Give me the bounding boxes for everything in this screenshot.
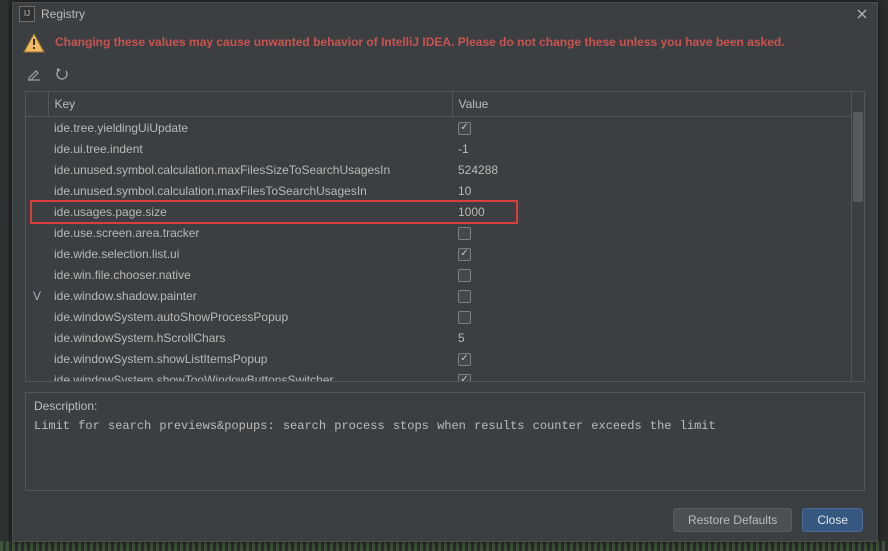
warning-row: Changing these values may cause unwanted… bbox=[13, 25, 877, 63]
warning-text: Changing these values may cause unwanted… bbox=[55, 35, 785, 51]
table-row[interactable]: ide.tree.yieldingUiUpdate bbox=[26, 117, 851, 139]
row-value[interactable] bbox=[452, 348, 851, 369]
table-header-row: Key Value bbox=[26, 92, 851, 117]
value-checkbox[interactable] bbox=[458, 227, 471, 240]
edit-icon[interactable] bbox=[25, 65, 43, 83]
table-row[interactable]: ide.windowSystem.showListItemsPopup bbox=[26, 348, 851, 369]
table-row[interactable]: ide.windowSystem.hScrollChars5 bbox=[26, 327, 851, 348]
row-mark bbox=[26, 222, 48, 243]
row-value[interactable] bbox=[452, 306, 851, 327]
description-text: Limit for search previews&popups: search… bbox=[34, 419, 856, 433]
row-mark bbox=[26, 306, 48, 327]
row-mark bbox=[26, 348, 48, 369]
col-mark-header[interactable] bbox=[26, 92, 48, 117]
row-key: ide.windowSystem.autoShowProcessPopup bbox=[48, 306, 452, 327]
col-key-header[interactable]: Key bbox=[48, 92, 452, 117]
table-row[interactable]: ide.ui.tree.indent-1 bbox=[26, 138, 851, 159]
row-value[interactable]: -1 bbox=[452, 138, 851, 159]
row-mark bbox=[26, 243, 48, 264]
table-scrollbar[interactable] bbox=[851, 92, 864, 381]
row-key: ide.ui.tree.indent bbox=[48, 138, 452, 159]
row-value[interactable]: 5 bbox=[452, 327, 851, 348]
row-mark bbox=[26, 180, 48, 201]
row-value[interactable] bbox=[452, 264, 851, 285]
toolbar bbox=[13, 63, 877, 85]
row-key: ide.unused.symbol.calculation.maxFilesSi… bbox=[48, 159, 452, 180]
value-checkbox[interactable] bbox=[458, 353, 471, 366]
table-row[interactable]: ide.use.screen.area.tracker bbox=[26, 222, 851, 243]
registry-dialog: IJ Registry Changing these values may ca… bbox=[12, 2, 878, 542]
row-key: ide.windowSystem.hScrollChars bbox=[48, 327, 452, 348]
row-key: ide.use.screen.area.tracker bbox=[48, 222, 452, 243]
row-mark bbox=[26, 138, 48, 159]
row-value[interactable]: 524288 bbox=[452, 159, 851, 180]
row-key: ide.usages.page.size bbox=[48, 201, 452, 222]
table-row[interactable]: ide.win.file.chooser.native bbox=[26, 264, 851, 285]
row-value[interactable] bbox=[452, 222, 851, 243]
row-key: ide.windowSystem.showListItemsPopup bbox=[48, 348, 452, 369]
table-row[interactable]: ide.unused.symbol.calculation.maxFilesTo… bbox=[26, 180, 851, 201]
revert-icon[interactable] bbox=[53, 65, 71, 83]
titlebar: IJ Registry bbox=[13, 3, 877, 25]
row-mark bbox=[26, 117, 48, 139]
row-value[interactable] bbox=[452, 285, 851, 306]
close-icon[interactable] bbox=[853, 5, 871, 23]
registry-table[interactable]: Key Value ide.tree.yieldingUiUpdateide.u… bbox=[26, 92, 851, 381]
restore-defaults-button[interactable]: Restore Defaults bbox=[673, 508, 792, 532]
description-label: Description: bbox=[34, 399, 856, 413]
description-box: Description: Limit for search previews&p… bbox=[25, 392, 865, 491]
value-checkbox[interactable] bbox=[458, 311, 471, 324]
value-checkbox[interactable] bbox=[458, 269, 471, 282]
table-row[interactable]: ide.windowSystem.showTooWindowButtonsSwi… bbox=[26, 369, 851, 381]
row-value[interactable] bbox=[452, 369, 851, 381]
scroll-thumb[interactable] bbox=[853, 112, 863, 202]
table-row[interactable]: Vide.window.shadow.painter bbox=[26, 285, 851, 306]
value-checkbox[interactable] bbox=[458, 290, 471, 303]
value-checkbox[interactable] bbox=[458, 122, 471, 135]
warning-icon bbox=[23, 33, 45, 53]
row-key: ide.unused.symbol.calculation.maxFilesTo… bbox=[48, 180, 452, 201]
row-key: ide.wide.selection.list.ui bbox=[48, 243, 452, 264]
button-row: Restore Defaults Close bbox=[13, 503, 877, 537]
row-key: ide.win.file.chooser.native bbox=[48, 264, 452, 285]
row-value[interactable] bbox=[452, 117, 851, 139]
row-mark bbox=[26, 264, 48, 285]
dialog-title: Registry bbox=[41, 7, 853, 21]
row-mark bbox=[26, 201, 48, 222]
row-value[interactable]: 1000 bbox=[452, 201, 851, 222]
table-row[interactable]: ide.wide.selection.list.ui bbox=[26, 243, 851, 264]
row-key: ide.windowSystem.showTooWindowButtonsSwi… bbox=[48, 369, 452, 381]
row-mark bbox=[26, 369, 48, 381]
registry-table-wrap: Key Value ide.tree.yieldingUiUpdateide.u… bbox=[25, 91, 865, 382]
table-row[interactable]: ide.unused.symbol.calculation.maxFilesSi… bbox=[26, 159, 851, 180]
row-key: ide.window.shadow.painter bbox=[48, 285, 452, 306]
value-checkbox[interactable] bbox=[458, 248, 471, 261]
row-mark bbox=[26, 327, 48, 348]
row-mark: V bbox=[26, 285, 48, 306]
col-value-header[interactable]: Value bbox=[452, 92, 851, 117]
value-checkbox[interactable] bbox=[458, 374, 471, 381]
row-mark bbox=[26, 159, 48, 180]
app-icon: IJ bbox=[19, 6, 35, 22]
table-row[interactable]: ide.usages.page.size1000 bbox=[26, 201, 851, 222]
table-row[interactable]: ide.windowSystem.autoShowProcessPopup bbox=[26, 306, 851, 327]
row-key: ide.tree.yieldingUiUpdate bbox=[48, 117, 452, 139]
row-value[interactable] bbox=[452, 243, 851, 264]
row-value[interactable]: 10 bbox=[452, 180, 851, 201]
close-button[interactable]: Close bbox=[802, 508, 863, 532]
